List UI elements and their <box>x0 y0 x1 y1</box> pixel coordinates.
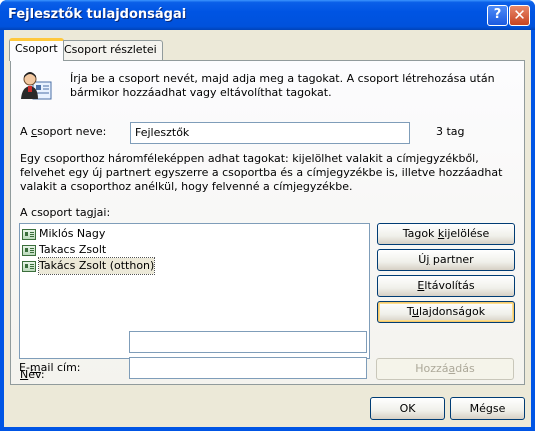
list-item[interactable]: Miklós Nagy <box>22 226 367 242</box>
help-icon: ? <box>493 7 502 22</box>
tab-label: Csoport <box>15 42 58 55</box>
list-item[interactable]: Takács Zsolt (otthon) <box>22 257 367 275</box>
contact-card-icon <box>22 260 36 272</box>
add-button[interactable]: Hozzáadás <box>376 358 514 380</box>
select-members-button[interactable]: Tagok kijelölése <box>377 223 515 245</box>
list-item[interactable]: Takacs Zsolt <box>22 242 367 258</box>
dialog-client: Csoport Csoport részletei Írja be a csop… <box>4 30 531 427</box>
tab-label: Csoport részletei <box>64 43 157 56</box>
close-icon: ✕ <box>513 6 526 24</box>
contact-card-icon <box>22 244 36 256</box>
title-bar[interactable]: Fejlesztők tulajdonságai ? ✕ <box>0 0 535 30</box>
members-label: A csoport tagjai: <box>20 206 111 219</box>
help-text: Egy csoporthoz háromféleképpen adhat tag… <box>20 152 503 193</box>
member-count: 3 tag <box>436 125 465 138</box>
remove-button[interactable]: Eltávolítás <box>377 275 515 297</box>
group-name-label: A csoport neve: <box>20 125 107 138</box>
help-button[interactable]: ? <box>487 5 508 26</box>
tab-csoport[interactable]: Csoport <box>9 38 64 61</box>
group-contacts-icon <box>21 72 52 100</box>
ok-button[interactable]: OK <box>370 397 445 420</box>
email-label: E-mail cím: <box>19 361 81 374</box>
cancel-button[interactable]: Mégse <box>450 397 525 420</box>
tab-csoport-reszletei[interactable]: Csoport részletei <box>58 40 163 60</box>
email-input[interactable] <box>129 357 367 379</box>
dialog-window: Fejlesztők tulajdonságai ? ✕ Csoport Cso… <box>0 0 535 431</box>
properties-button[interactable]: Tulajdonságok <box>377 301 515 323</box>
close-button[interactable]: ✕ <box>509 5 530 26</box>
name-input[interactable] <box>129 331 367 353</box>
window-title: Fejlesztők tulajdonságai <box>8 7 187 22</box>
group-name-input[interactable]: Fejlesztők <box>130 122 410 144</box>
new-contact-button[interactable]: Új partner <box>377 249 515 271</box>
intro-text: Írja be a csoport nevét, majd adja meg a… <box>70 72 495 99</box>
contact-card-icon <box>22 228 36 240</box>
